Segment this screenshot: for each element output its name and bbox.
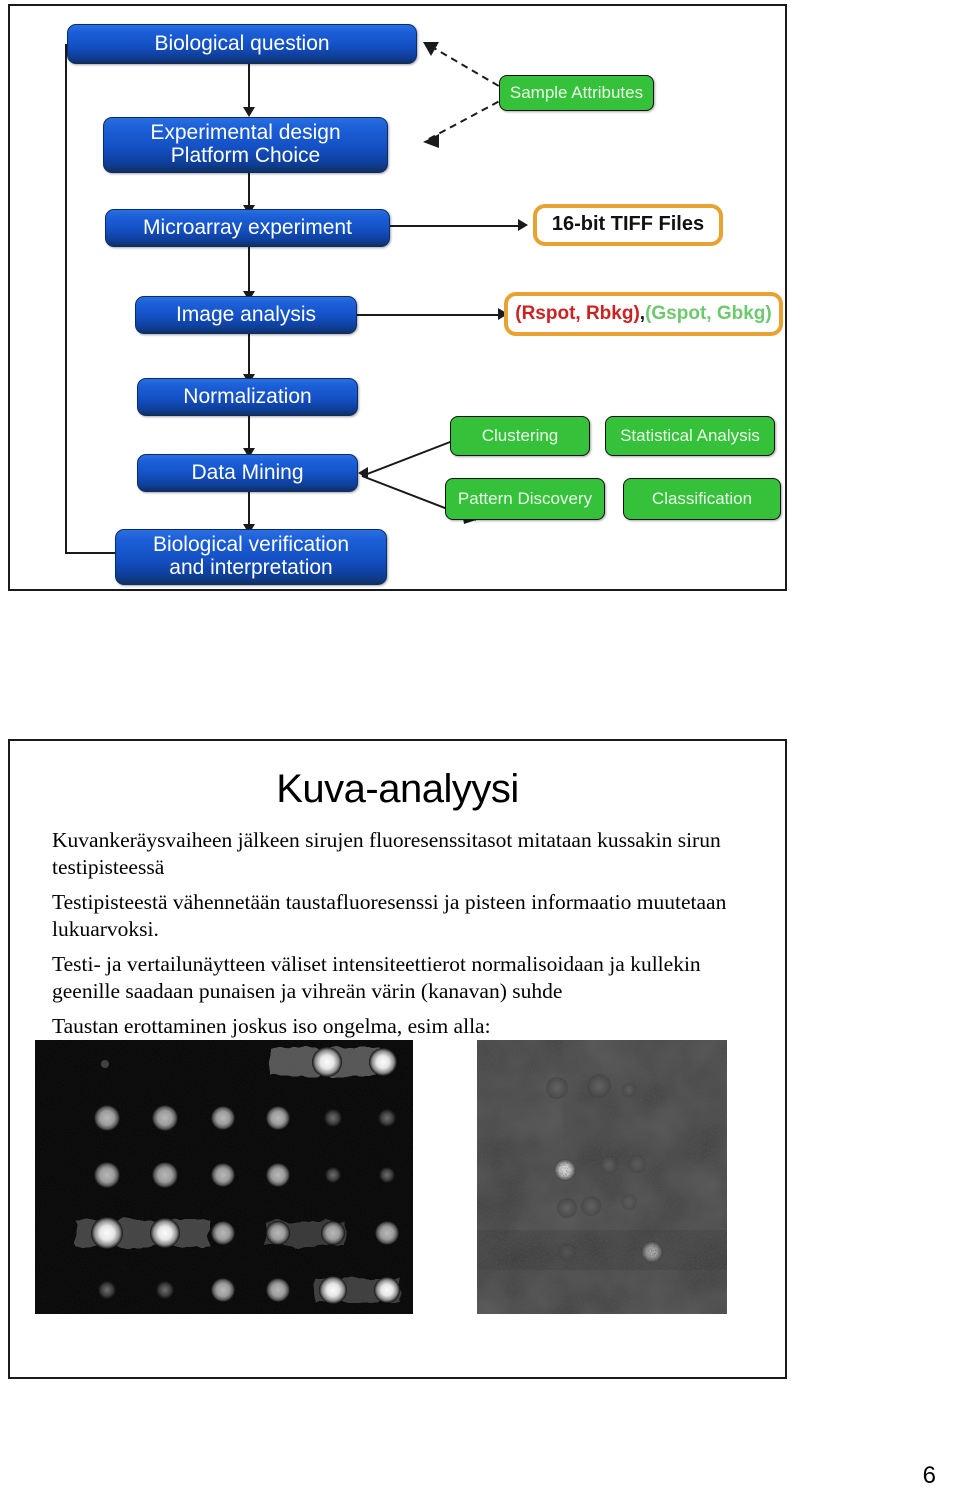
arrowhead-into-data-mining-icon — [358, 467, 368, 479]
node-microarray-experiment[interactable]: Microarray experiment — [105, 209, 390, 247]
spot-green-label: (Gspot, Gbkg) — [645, 302, 772, 324]
connector-ia-to-spots — [357, 314, 500, 316]
flowchart-slide: Biological question Experimental design … — [8, 4, 787, 591]
paragraph-4: Taustan erottaminen joskus iso ongelma, … — [52, 1014, 491, 1038]
paragraph-1: Kuvankeräysvaiheen jälkeen sirujen fluor… — [52, 828, 721, 880]
microarray-image-left — [35, 1040, 413, 1314]
page-number: 6 — [922, 1462, 936, 1489]
paragraph-2: Testipisteestä vähennetään taustafluores… — [52, 890, 727, 942]
spot-red-label: (Rspot, Rbkg) — [515, 302, 640, 324]
node-classification[interactable]: Classification — [623, 478, 781, 520]
node-sample-attributes[interactable]: Sample Attributes — [499, 75, 654, 111]
node-pattern-discovery[interactable]: Pattern Discovery — [445, 478, 605, 520]
node-statistical-analysis[interactable]: Statistical Analysis — [605, 416, 775, 456]
connector-bq-to-ed — [248, 64, 250, 112]
connector-ma-to-ia — [248, 247, 250, 297]
node-16bit-tiff-files[interactable]: 16-bit TIFF Files — [533, 204, 723, 246]
feedback-left-line — [65, 44, 67, 553]
arrowhead-ma-to-tiff-icon — [518, 219, 528, 231]
paragraph-3: Testi- ja vertailunäytteen väliset inten… — [52, 952, 701, 1004]
connector-ma-to-tiff — [390, 225, 520, 227]
node-biological-question[interactable]: Biological question — [67, 24, 417, 64]
node-data-mining[interactable]: Data Mining — [137, 454, 358, 492]
microarray-left-svg — [35, 1040, 413, 1314]
node-image-analysis[interactable]: Image analysis — [135, 296, 357, 334]
node-clustering[interactable]: Clustering — [450, 416, 590, 456]
microarray-image-right — [477, 1040, 727, 1314]
slide-title: Kuva-analyysi — [276, 767, 519, 811]
node-biological-verification[interactable]: Biological verification and interpretati… — [115, 529, 387, 585]
node-experimental-design[interactable]: Experimental design Platform Choice — [103, 117, 388, 173]
node-normalization[interactable]: Normalization — [137, 378, 358, 416]
arrowhead-bq-to-ed-icon — [243, 107, 255, 117]
microarray-right-svg — [477, 1040, 727, 1314]
node-spot-background-values[interactable]: (Rspot, Rbkg), (Gspot, Gbkg) — [504, 292, 783, 336]
